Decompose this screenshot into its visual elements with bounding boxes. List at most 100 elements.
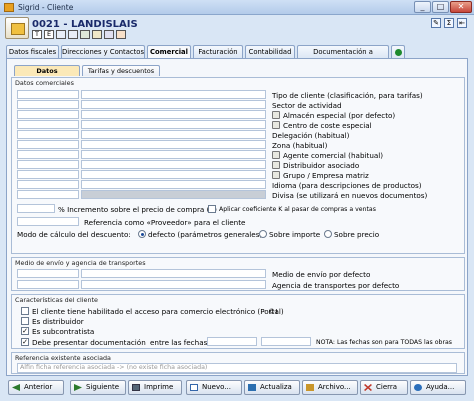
modo-importe-radio[interactable] <box>259 230 267 238</box>
arrow-right-icon <box>74 384 82 391</box>
datos-comerciales-group: Datos comerciales Tipo de cliente (clasi… <box>11 77 465 254</box>
client-icon <box>5 17 29 39</box>
toolbar-list-icon[interactable] <box>68 30 78 39</box>
ayuda-button[interactable]: Ayuda... <box>410 380 466 395</box>
portal-checkbox[interactable] <box>21 307 29 315</box>
field-code-input[interactable] <box>17 110 79 119</box>
button-label: Ayuda... <box>426 383 455 391</box>
group-title: Datos comerciales <box>15 79 74 87</box>
main-panel: Datos comerciales Tarifas y descuentos D… <box>6 58 468 376</box>
button-label: Cierra <box>376 383 398 391</box>
field-desc-input[interactable] <box>81 180 266 189</box>
distributor-icon[interactable] <box>272 161 280 169</box>
incremento-label: % Incremento sobre el precio de compra (… <box>58 205 217 214</box>
field-code-input[interactable] <box>17 90 79 99</box>
archivo-button[interactable]: Archivo... <box>302 380 358 395</box>
field-desc-input[interactable] <box>81 120 266 129</box>
toolbar-grid-icon[interactable] <box>56 30 66 39</box>
documentacion-checkbox[interactable]: ✓ <box>21 338 29 346</box>
modo-defecto-label: defecto (parámetros generales) <box>148 230 263 239</box>
incremento-input[interactable] <box>17 204 55 213</box>
agencia-code-input[interactable] <box>17 280 79 289</box>
tab-extra[interactable] <box>391 45 405 58</box>
app-icon <box>4 3 14 12</box>
arrow-left-icon <box>12 384 20 391</box>
modo-precio-radio[interactable] <box>324 230 332 238</box>
field-code-input[interactable] <box>17 140 79 149</box>
minimize-button[interactable]: _ <box>414 1 431 13</box>
close-window-button[interactable]: ✕ <box>450 1 472 13</box>
maximize-button[interactable]: □ <box>432 1 449 13</box>
field-desc-input[interactable] <box>81 170 266 179</box>
toolbar-card-icon[interactable] <box>104 30 114 39</box>
field-code-input[interactable] <box>17 160 79 169</box>
subtab-datos-comerciales[interactable]: Datos comerciales <box>14 65 80 85</box>
field-label: Distribuidor asociado <box>283 161 360 170</box>
printer-icon <box>132 384 140 391</box>
referencia-proveedor-input[interactable] <box>17 217 79 226</box>
field-code-input[interactable] <box>17 120 79 129</box>
toolbar-note-icon[interactable] <box>92 30 102 39</box>
field-code-input[interactable] <box>17 180 79 189</box>
warehouse-icon[interactable] <box>272 111 280 119</box>
group-icon[interactable] <box>272 171 280 179</box>
envio-desc-input[interactable] <box>81 269 266 278</box>
subcontratista-checkbox[interactable]: ✓ <box>21 327 29 335</box>
field-label: Sector de actividad <box>272 101 342 110</box>
envio-code-input[interactable] <box>17 269 79 278</box>
sigma-icon[interactable]: Σ <box>444 18 454 28</box>
toolbar-tag-icon[interactable] <box>116 30 126 39</box>
field-code-input[interactable] <box>17 190 79 199</box>
referencia-field[interactable]: Alfin ficha referencia asociada -> (no e… <box>17 363 457 373</box>
referencia-group: Referencia existente asociada Alfin fich… <box>11 352 465 374</box>
tab-datos-fiscales[interactable]: Datos fiscales <box>6 45 59 58</box>
field-desc-input[interactable] <box>81 150 266 159</box>
aplicar-checkbox[interactable] <box>208 205 216 213</box>
agent-icon[interactable] <box>272 151 280 159</box>
field-code-input[interactable] <box>17 100 79 109</box>
siguiente-button[interactable]: Siguiente <box>70 380 126 395</box>
field-label: Agente comercial (habitual) <box>283 151 384 160</box>
nuevo-button[interactable]: Nuevo... <box>186 380 242 395</box>
close-icon <box>364 384 372 391</box>
agencia-desc-input[interactable] <box>81 280 266 289</box>
tab-contabilidad[interactable]: Contabilidad <box>245 45 295 58</box>
new-icon <box>190 384 198 391</box>
aplicar-label: Aplicar coeficiente K al pasar de compra… <box>219 206 376 213</box>
field-desc-input[interactable] <box>81 140 266 149</box>
field-desc-input <box>81 190 266 199</box>
field-desc-input[interactable] <box>81 110 266 119</box>
pin-icon[interactable]: ⇤ <box>457 18 467 28</box>
field-label: Almacén especial (por defecto) <box>283 111 396 120</box>
edit-icon[interactable]: ✎ <box>431 18 441 28</box>
field-desc-input[interactable] <box>81 90 266 99</box>
fecha-desde-input[interactable] <box>207 337 257 346</box>
tab-comercial[interactable]: Comercial <box>147 45 191 59</box>
toolbar-t-icon[interactable]: T <box>32 30 42 39</box>
fecha-hasta-input[interactable] <box>261 337 311 346</box>
cierra-button[interactable]: Cierra <box>360 380 408 395</box>
status-dot-icon <box>395 49 402 56</box>
field-desc-input[interactable] <box>81 130 266 139</box>
subtab-tarifas-descuentos[interactable]: Tarifas y descuentos <box>82 65 160 76</box>
caracteristicas-group: Características del cliente El cliente t… <box>11 294 465 349</box>
modo-defecto-radio[interactable] <box>138 230 146 238</box>
tab-documentacion[interactable]: Documentación a presentar <box>297 45 389 68</box>
field-code-input[interactable] <box>17 170 79 179</box>
cost-center-icon[interactable] <box>272 121 280 129</box>
field-desc-input[interactable] <box>81 160 266 169</box>
field-desc-input[interactable] <box>81 100 266 109</box>
field-code-input[interactable] <box>17 130 79 139</box>
folder-icon <box>306 384 314 391</box>
toolbar-doc-icon[interactable] <box>80 30 90 39</box>
tab-direcciones-contactos[interactable]: Direcciones y Contactos <box>61 45 145 58</box>
modo-precio-label: Sobre precio <box>334 230 380 239</box>
anterior-button[interactable]: Anterior <box>8 380 64 395</box>
actualiza-button[interactable]: Actualiza <box>244 380 300 395</box>
tab-facturacion[interactable]: Facturación <box>193 45 243 58</box>
distribuidor-checkbox[interactable] <box>21 317 29 325</box>
field-code-input[interactable] <box>17 150 79 159</box>
imprime-button[interactable]: Imprime <box>128 380 182 395</box>
nota-fechas: NOTA: Las fechas son para TODAS las obra… <box>316 339 453 346</box>
toolbar-e-icon[interactable]: E <box>44 30 54 39</box>
